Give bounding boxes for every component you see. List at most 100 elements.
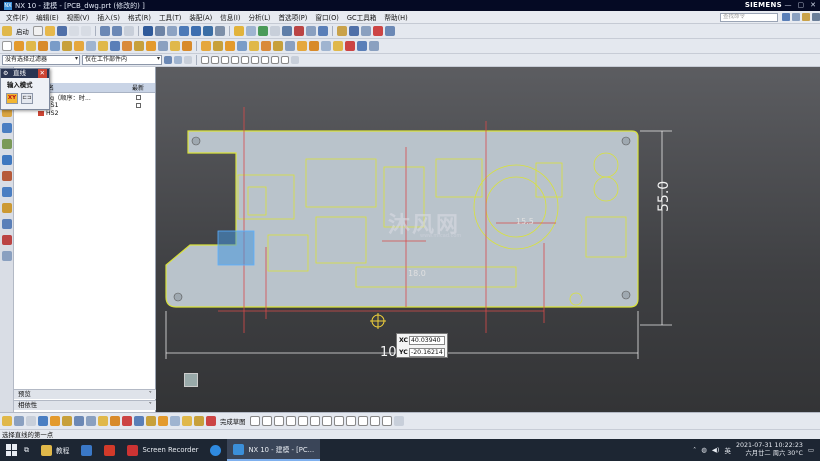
column-latest[interactable]: 最新	[132, 83, 144, 92]
windows-start-icon[interactable]	[6, 444, 18, 456]
extend-icon[interactable]	[110, 416, 120, 426]
dependencies-section[interactable]: 相依性	[14, 400, 156, 410]
through-curves-icon[interactable]	[309, 41, 319, 51]
emboss-icon[interactable]	[249, 41, 259, 51]
snap-icon[interactable]	[317, 26, 328, 36]
wireframe-icon[interactable]	[245, 26, 256, 36]
cylinder-icon[interactable]	[74, 41, 84, 51]
transform-icon[interactable]	[360, 26, 371, 36]
existing-point-snap-icon[interactable]	[271, 56, 279, 64]
menu-tools[interactable]: 工具(T)	[155, 12, 185, 22]
sew-icon[interactable]	[333, 41, 343, 51]
view-triad-icon[interactable]	[184, 373, 198, 387]
hole-icon[interactable]	[38, 41, 48, 51]
trim-icon[interactable]	[98, 416, 108, 426]
draft-icon[interactable]	[158, 41, 168, 51]
dimension-icon[interactable]	[74, 416, 84, 426]
taskbar-app-tutorial[interactable]: 教程	[35, 439, 76, 461]
derived-line-icon[interactable]	[182, 416, 192, 426]
taskbar-app-3[interactable]	[98, 439, 121, 461]
copy-icon[interactable]	[80, 26, 91, 36]
system-scene-icon[interactable]	[1, 251, 12, 261]
dimension-mid-label[interactable]: 18.0	[408, 269, 426, 278]
new-file-icon[interactable]	[32, 26, 43, 36]
menu-analysis[interactable]: 分析(L)	[244, 12, 274, 22]
dimension-small-label[interactable]: 15.5	[516, 217, 534, 226]
split-body-icon[interactable]	[225, 41, 235, 51]
navigator-row-hs2[interactable]: HS2	[14, 109, 155, 117]
thread-icon[interactable]	[237, 41, 247, 51]
delete-face-icon[interactable]	[345, 41, 355, 51]
polygon-icon[interactable]	[333, 416, 344, 426]
pattern-curve-icon[interactable]	[158, 416, 168, 426]
arc-center-snap-icon[interactable]	[251, 56, 259, 64]
revolve-icon[interactable]	[26, 41, 36, 51]
volume-icon[interactable]: ◀)	[712, 446, 720, 454]
input-language[interactable]: 英	[724, 445, 731, 455]
offset-curve-icon[interactable]	[146, 416, 156, 426]
ellipse-icon[interactable]	[369, 416, 380, 426]
gear-icon[interactable]: ⚙	[3, 69, 8, 78]
taskbar-app-screen-recorder[interactable]: Screen Recorder	[121, 439, 204, 461]
roles-icon[interactable]	[1, 235, 12, 245]
shell-icon[interactable]	[146, 41, 156, 51]
hd3d-tools-icon[interactable]	[1, 171, 12, 181]
control-point-snap-icon[interactable]	[231, 56, 239, 64]
assembly-navigator-icon[interactable]	[1, 123, 12, 133]
close-button[interactable]: ✕	[810, 1, 816, 9]
repeat-command-icon[interactable]	[123, 26, 134, 36]
intersect-icon[interactable]	[110, 41, 120, 51]
fillet-icon[interactable]	[122, 416, 132, 426]
snap-options-icon[interactable]	[291, 56, 299, 64]
unite-icon[interactable]	[86, 41, 96, 51]
visibility-checkbox[interactable]	[136, 102, 141, 108]
menu-view[interactable]: 视图(V)	[63, 12, 94, 22]
reattach-icon[interactable]	[26, 416, 36, 426]
finish-sketch-button[interactable]: 完成草图	[220, 417, 246, 426]
xc-input[interactable]: 40.03940	[409, 336, 445, 345]
notification-icon[interactable]: ▭	[808, 446, 814, 454]
menu-insert[interactable]: 插入(S)	[93, 12, 124, 22]
intersection-snap-icon[interactable]	[241, 56, 249, 64]
sketch-orient-icon[interactable]	[14, 416, 24, 426]
chamfer-curve-icon[interactable]	[309, 416, 320, 426]
more-icon[interactable]	[369, 41, 379, 51]
wcs-icon[interactable]	[305, 26, 316, 36]
zoom-icon[interactable]	[178, 26, 189, 36]
clock[interactable]: 2021-07-31 10:22:23 六月廿二 周六 30°C	[736, 442, 803, 458]
taskbar-app-nx[interactable]: NX 10 - 建模 - [PC...	[227, 439, 321, 461]
conic-icon[interactable]	[381, 416, 392, 426]
constraint-icon[interactable]	[50, 416, 60, 426]
process-studio-icon[interactable]	[1, 219, 12, 229]
start-icon[interactable]	[2, 26, 12, 36]
layout-icon[interactable]	[792, 13, 800, 21]
trim-body-icon[interactable]	[213, 41, 223, 51]
close-icon[interactable]: ✕	[37, 69, 47, 78]
layer-icon[interactable]	[257, 26, 268, 36]
section-icon[interactable]	[281, 26, 292, 36]
parameter-mode-button[interactable]: ⊏⊐	[21, 93, 33, 104]
touch-mode-icon[interactable]	[154, 26, 165, 36]
profile-icon[interactable]	[249, 416, 260, 426]
command-search-input[interactable]: 查找命令	[720, 12, 778, 22]
pattern-icon[interactable]	[170, 41, 180, 51]
circle-icon[interactable]	[285, 416, 296, 426]
graphics-window[interactable]: 沐风网 www.mfcad.com 55.0 100.0 15.5 18.0 X…	[156, 67, 820, 412]
cut-icon[interactable]	[68, 26, 79, 36]
sketch-more-icon[interactable]	[393, 416, 404, 426]
type-filter-dropdown[interactable]: 没有选择过滤器	[2, 55, 80, 65]
show-hide-icon[interactable]	[269, 26, 280, 36]
menu-help[interactable]: 帮助(H)	[380, 12, 411, 22]
edge-blend-icon[interactable]	[122, 41, 132, 51]
rectangle-icon[interactable]	[321, 416, 332, 426]
view-orientation-icon[interactable]	[214, 26, 225, 36]
project-curve-icon[interactable]	[170, 416, 180, 426]
coordinate-mode-button[interactable]: XY	[6, 93, 18, 104]
network-icon[interactable]: ◍	[701, 446, 707, 454]
midpoint-snap-icon[interactable]	[221, 56, 229, 64]
tray-chevron-icon[interactable]: ˄	[693, 446, 696, 454]
extrude-icon[interactable]	[14, 41, 24, 51]
analysis-icon[interactable]	[372, 26, 383, 36]
column-name[interactable]: 名	[48, 83, 128, 92]
shaded-icon[interactable]	[233, 26, 244, 36]
